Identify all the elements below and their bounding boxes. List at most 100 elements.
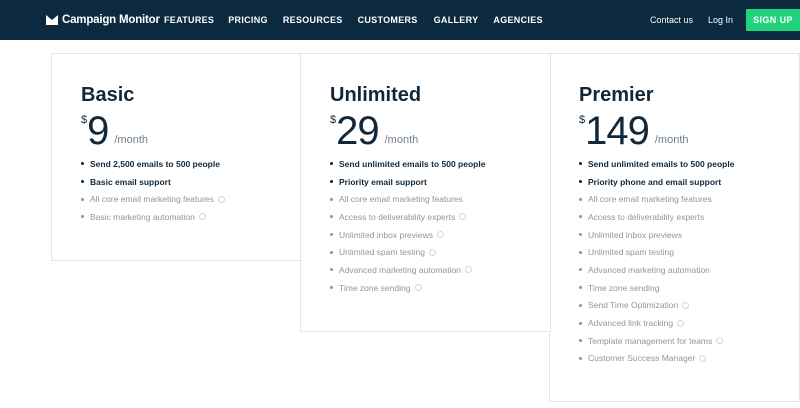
brand-logo[interactable]: Campaign Monitor [46,13,160,27]
feature-item: Time zone sending [579,279,734,297]
bullet-icon [579,215,582,219]
feature-text: Priority phone and email support [588,176,722,187]
feature-text: Template management for teams [588,335,713,346]
nav-gallery[interactable]: GALLERY [434,15,479,25]
info-icon[interactable] [682,301,690,309]
log-in-link[interactable]: Log In [708,15,733,25]
feature-item: Customer Success Manager [579,350,734,368]
feature-list: Send 2,500 emails to 500 people Basic ema… [81,155,225,226]
info-icon[interactable] [699,354,707,362]
bullet-icon [579,321,582,325]
plan-card-premier: Premier $ 149 /month Send unlimited emai… [549,53,800,402]
price-period: /month [654,134,689,146]
bullet-icon [330,268,333,272]
bullet-icon [579,356,582,360]
info-icon[interactable] [198,213,206,221]
feature-text: Unlimited spam testing [339,247,425,258]
feature-text: Unlimited inbox previews [339,229,434,240]
info-icon[interactable] [217,195,225,203]
feature-text: Send 2,500 emails to 500 people [90,158,220,169]
bullet-icon [330,233,333,237]
plan-name: Basic [81,84,135,106]
feature-item: Priority email support [330,173,485,191]
feature-text: Advanced marketing automation [339,264,461,275]
bullet-icon [579,233,582,237]
feature-list: Send unlimited emails to 500 people Prior… [330,155,485,297]
plan-name: Premier [579,84,654,106]
price-amount: 9 [87,109,109,153]
bullet-icon [330,286,333,290]
info-icon[interactable] [414,284,422,292]
nav-pricing[interactable]: PRICING [228,15,268,25]
feature-list: Send unlimited emails to 500 people Prior… [579,155,734,367]
feature-text: All core email marketing features [339,194,463,205]
feature-item: Advanced link tracking [579,314,734,332]
bullet-icon [81,162,84,166]
feature-item: Access to deliverability experts [330,208,485,226]
feature-item: Advanced marketing automation [579,261,734,279]
feature-text: Unlimited spam testing [588,247,674,258]
info-icon[interactable] [716,337,724,345]
feature-item: Basic email support [81,173,225,191]
feature-text: Send unlimited emails to 500 people [588,158,735,169]
nav-resources[interactable]: RESOURCES [283,15,343,25]
feature-item: Access to deliverability experts [579,208,734,226]
bullet-icon [330,250,333,254]
nav-customers[interactable]: CUSTOMERS [358,15,418,25]
feature-item: Time zone sending [330,279,485,297]
bullet-icon [330,197,333,201]
sign-up-button[interactable]: SIGN UP [746,9,800,31]
bullet-icon [330,162,333,166]
bullet-icon [81,197,84,201]
bullet-icon [81,215,84,219]
nav-agencies[interactable]: AGENCIES [493,15,542,25]
bullet-icon [81,180,84,184]
price-period: /month [384,134,419,146]
plan-card-unlimited: Unlimited $ 29 /month Send unlimited ema… [300,53,551,332]
bullet-icon [579,180,582,184]
feature-text: All core email marketing features [588,194,712,205]
feature-item: Unlimited spam testing [330,243,485,261]
feature-text: Priority email support [339,176,427,187]
bullet-icon [579,339,582,343]
price-amount: 29 [336,109,379,153]
top-navigation: Campaign Monitor FEATURES PRICING RESOUR… [0,0,800,40]
feature-text: Basic email support [90,176,171,187]
feature-item: Send unlimited emails to 500 people [330,155,485,173]
feature-text: Send unlimited emails to 500 people [339,158,486,169]
price-period: /month [114,134,149,146]
feature-item: Send 2,500 emails to 500 people [81,155,225,173]
feature-text: Time zone sending [588,282,660,293]
info-icon[interactable] [428,248,436,256]
main-nav: FEATURES PRICING RESOURCES CUSTOMERS GAL… [164,15,543,25]
feature-text: All core email marketing features [90,194,214,205]
plan-name: Unlimited [330,84,422,106]
feature-item: Unlimited inbox previews [330,226,485,244]
info-icon[interactable] [437,231,445,239]
feature-item: Priority phone and email support [579,173,734,191]
info-icon[interactable] [459,213,467,221]
feature-text: Advanced link tracking [588,318,674,329]
nav-features[interactable]: FEATURES [164,15,214,25]
feature-item: Unlimited spam testing [579,243,734,261]
info-icon[interactable] [464,266,472,274]
feature-text: Send Time Optimization [588,300,679,311]
feature-text: Unlimited inbox previews [588,229,683,240]
feature-item: Advanced marketing automation [330,261,485,279]
contact-us-link[interactable]: Contact us [650,15,693,25]
bullet-icon [579,197,582,201]
brand-name: Campaign Monitor [62,14,160,26]
feature-item: Basic marketing automation [81,208,225,226]
feature-text: Time zone sending [339,282,411,293]
feature-text: Access to deliverability experts [339,211,456,222]
feature-item: Send Time Optimization [579,297,734,315]
feature-text: Customer Success Manager [588,353,696,364]
bullet-icon [579,162,582,166]
info-icon[interactable] [677,319,685,327]
plan-card-basic: Basic $ 9 /month Send 2,500 emails to 50… [51,53,302,261]
feature-item: Send unlimited emails to 500 people [579,155,734,173]
feature-item: All core email marketing features [579,190,734,208]
bullet-icon [579,250,582,254]
feature-text: Access to deliverability experts [588,211,705,222]
feature-item: All core email marketing features [81,190,225,208]
